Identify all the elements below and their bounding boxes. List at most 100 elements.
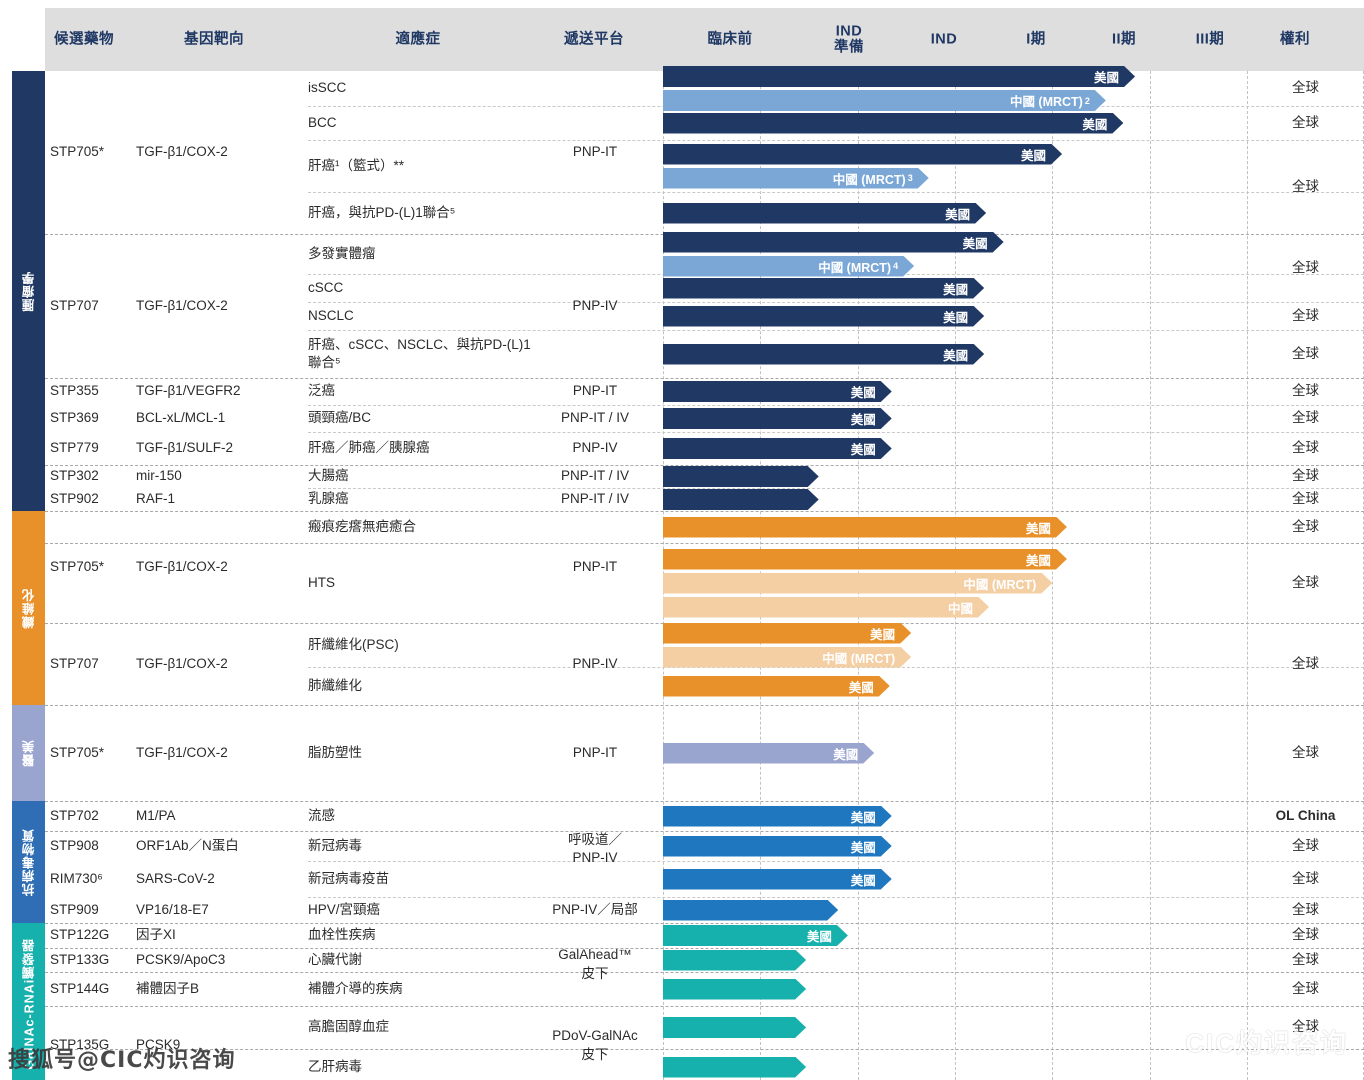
- pipeline-bar: 中國 (MRCT) 4: [663, 256, 914, 277]
- category-band-label: 纖維化: [22, 587, 37, 629]
- category-band-1: 纖維化: [12, 511, 46, 705]
- drug-name: STP144G: [50, 980, 110, 996]
- gene-target-cell: 因子XI: [136, 923, 291, 948]
- drug-name-cell: STP908: [50, 831, 135, 861]
- bar-region-label: 美國: [833, 747, 859, 762]
- delivery-platform-label: PNP-IT: [572, 144, 618, 160]
- bar-region-label: 中國: [948, 601, 974, 616]
- bar-footnote-marker: 4: [893, 261, 899, 271]
- weibo-icon: [1147, 1028, 1178, 1055]
- delivery-platform-label: PNP-IT / IV: [560, 491, 629, 507]
- bar-region-label: 美國: [850, 413, 876, 427]
- delivery-platform-label: PDoV-GalNAc 皮下: [552, 1028, 638, 1062]
- rights-cell: 全球: [1247, 106, 1364, 140]
- delivery-platform-cell: PNP-IT / IV: [535, 465, 655, 488]
- indication-label: 新冠病毒疫苗: [308, 870, 389, 886]
- delivery-platform-label: PNP-IV: [572, 440, 618, 456]
- rights-cell: 全球: [1247, 897, 1364, 923]
- drug-name: STP702: [50, 807, 99, 823]
- indication-cell: 肝癌、cSCC、NSCLC、與抗PD-(L)1聯合⁵: [308, 330, 533, 378]
- gene-target-cell: TGF-β1/VEGFR2: [136, 378, 291, 405]
- indication-cell: 血栓性疾病: [308, 923, 533, 948]
- bar-region-label: 美國: [943, 282, 969, 297]
- bar-region-label: 中國 (MRCT): [1009, 95, 1083, 109]
- indication-cell: 大腸癌: [308, 465, 533, 488]
- rights-cell: 全球: [1247, 923, 1364, 948]
- drug-name-cell: STP355: [50, 378, 135, 405]
- bar-region-label: 美國: [943, 310, 969, 325]
- indication-label: 肺纖維化: [308, 677, 362, 693]
- gene-target-cell: VP16/18-E7: [136, 897, 291, 923]
- column-header-drug: 候選藥物: [54, 31, 114, 48]
- rights-cell: 全球: [1247, 234, 1364, 302]
- gene-target-cell: TGF-β1/COX-2: [136, 623, 291, 705]
- drug-name-cell: STP909: [50, 897, 135, 923]
- drug-name-cell: STP144G: [50, 972, 135, 1006]
- gene-target-cell: TGF-β1/COX-2: [136, 234, 291, 378]
- gene-target: BCL-xL/MCL-1: [136, 410, 226, 426]
- delivery-platform-label: PNP-IT / IV: [560, 410, 629, 426]
- rights-label: 全球: [1292, 114, 1319, 130]
- delivery-platform-cell: PNP-IV／局部: [535, 897, 655, 923]
- drug-name: STP909: [50, 901, 99, 917]
- rights-cell: 全球: [1247, 302, 1364, 330]
- pipeline-bar: 美國: [663, 806, 892, 827]
- delivery-platform-label: GalAhead™ 皮下: [558, 947, 632, 981]
- drug-name: STP369: [50, 410, 99, 426]
- rights-cell: 全球: [1247, 140, 1364, 234]
- rights-cell: 全球: [1247, 623, 1364, 705]
- gene-target: M1/PA: [136, 807, 176, 823]
- delivery-platform-cell: PDoV-GalNAc 皮下: [535, 1006, 655, 1080]
- column-header-platform: 遞送平台: [564, 31, 624, 48]
- gene-target: TGF-β1/COX-2: [136, 655, 228, 671]
- drug-name: STP902: [50, 491, 99, 507]
- rights-label: OL China: [1275, 807, 1336, 823]
- drug-name: STP707: [50, 297, 99, 313]
- rights-label: 全球: [1292, 744, 1319, 760]
- indication-label: 高膽固醇血症: [308, 1019, 389, 1035]
- pipeline-bar: 中國: [663, 597, 989, 618]
- bar-region-label: 美國: [945, 207, 971, 222]
- gene-target: ORF1Ab／N蛋白: [136, 837, 239, 853]
- bar-region-label: 美國: [1094, 71, 1120, 85]
- drug-name-cell: STP705*: [50, 71, 135, 234]
- watermark-right: CIC灼识咨询: [1147, 1023, 1348, 1060]
- rights-label: 全球: [1292, 574, 1319, 590]
- drug-name-cell: RIM730⁶: [50, 861, 135, 897]
- bar-region-label: 中國 (MRCT): [832, 172, 906, 187]
- gene-target-cell: PCSK9/ApoC3: [136, 948, 291, 972]
- pipeline-bar: 美國: [663, 408, 892, 429]
- indication-cell: 肝癌／肺癌／胰腺癌: [308, 432, 533, 465]
- gene-target-cell: TGF-β1/COX-2: [136, 511, 291, 623]
- pipeline-bar: 中國 (MRCT): [663, 573, 1052, 594]
- indication-cell: 頭頸癌/BC: [308, 405, 533, 432]
- indication-cell: HPV/宮頸癌: [308, 897, 533, 923]
- column-header-ind: 適應症: [395, 31, 441, 48]
- drug-name: STP707: [50, 655, 99, 671]
- delivery-platform-label: 呼吸道／ PNP-IV: [568, 831, 622, 865]
- indication-label: 補體介導的疾病: [308, 980, 403, 996]
- drug-name-cell: STP779: [50, 432, 135, 465]
- rights-label: 全球: [1292, 901, 1319, 917]
- indication-label: 頭頸癌/BC: [308, 410, 372, 426]
- rights-label: 全球: [1292, 980, 1319, 996]
- pipeline-bar: 美國: [663, 676, 890, 697]
- pipeline-chart: 候選藥物 基因靶向 適應症 遞送平台 臨床前 IND 準備 IND I期 II期 III期 權利 腫瘤…: [0, 0, 1364, 1080]
- indication-cell: 補體介導的疾病: [308, 972, 533, 1006]
- gene-target: 因子XI: [136, 927, 176, 943]
- gene-target-cell: TGF-β1/COX-2: [136, 71, 291, 234]
- column-header-gene: 基因靶向: [184, 31, 244, 48]
- bar-region-label: 美國: [850, 443, 876, 457]
- pipeline-bar: 美國: [663, 306, 984, 327]
- delivery-platform-label: PNP-IV／局部: [552, 901, 638, 917]
- gene-target: PCSK9/ApoC3: [136, 951, 226, 967]
- gene-target-cell: ORF1Ab／N蛋白: [136, 831, 291, 861]
- table-body: isSCC BCC 肝癌¹（籃式）** 肝癌，與抗PD-(L)1聯合⁵ 多發實體瘤 cSC…: [45, 71, 1364, 1080]
- delivery-platform-label: PNP-IT: [572, 558, 618, 574]
- stage-gridline-4: [1052, 71, 1054, 1080]
- delivery-platform-label: PNP-IV: [572, 297, 618, 313]
- bar-region-label: 中國 (MRCT): [963, 577, 1037, 592]
- indication-label: NSCLC: [308, 307, 354, 323]
- pipeline-bar: 中國 (MRCT) 2: [663, 90, 1106, 111]
- gene-target: mir-150: [136, 468, 182, 484]
